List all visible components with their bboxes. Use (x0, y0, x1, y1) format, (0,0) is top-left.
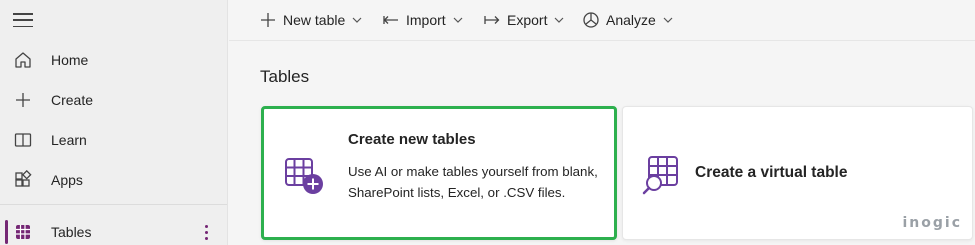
export-label: Export (507, 12, 548, 28)
export-arrow-icon (484, 16, 500, 24)
new-table-label: New table (283, 12, 346, 28)
create-virtual-table-card[interactable]: Create a virtual table inogic (622, 106, 973, 240)
new-table-button[interactable]: New table (259, 0, 363, 40)
nav-divider (0, 204, 227, 205)
export-button[interactable]: Export (483, 0, 565, 40)
chevron-down-icon (663, 17, 673, 23)
more-options-icon[interactable] (199, 222, 213, 242)
plus-icon (261, 13, 275, 27)
chevron-down-icon (453, 17, 463, 23)
create-new-tables-card[interactable]: Create new tables Use AI or make tables … (261, 106, 617, 240)
chevron-down-icon (352, 17, 362, 23)
analyze-label: Analyze (606, 12, 656, 28)
hamburger-menu-icon[interactable] (13, 11, 33, 29)
sidebar-item-create[interactable]: Create (0, 80, 227, 120)
sidebar-item-home[interactable]: Home (0, 40, 227, 80)
chevron-down-icon (555, 17, 564, 23)
sidebar-item-apps[interactable]: Apps (0, 160, 227, 200)
command-bar: New table Import Export Analyze (229, 0, 975, 41)
home-icon (15, 52, 31, 68)
analyze-icon (583, 12, 599, 28)
sidebar-item-label: Create (51, 92, 94, 108)
plus-icon (16, 93, 30, 107)
sidebar-item-label: Apps (51, 172, 83, 188)
card-description: Use AI or make tables yourself from blan… (348, 164, 598, 200)
table-search-icon (642, 156, 678, 195)
apps-icon (15, 170, 32, 187)
card-title: Create a virtual table (695, 164, 848, 181)
main-content: Tables Create new tables Use AI or make … (229, 41, 975, 245)
import-button[interactable]: Import (382, 0, 464, 40)
table-grid-icon (16, 225, 30, 239)
active-indicator (5, 220, 8, 244)
table-add-icon (285, 158, 323, 194)
sidebar-item-label: Learn (51, 132, 87, 148)
import-label: Import (406, 12, 446, 28)
page-title: Tables (260, 67, 310, 86)
left-nav: Home Create Learn Apps Tables (0, 0, 228, 245)
import-arrow-icon (383, 16, 398, 24)
sidebar-item-learn[interactable]: Learn (0, 120, 227, 160)
analyze-button[interactable]: Analyze (582, 0, 674, 40)
sidebar-item-tables[interactable]: Tables (0, 212, 227, 245)
book-icon (14, 133, 32, 147)
inogic-watermark-logo: inogic (902, 215, 962, 231)
card-title: Create new tables (348, 131, 476, 148)
sidebar-item-label: Tables (51, 224, 92, 240)
sidebar-item-label: Home (51, 52, 89, 68)
